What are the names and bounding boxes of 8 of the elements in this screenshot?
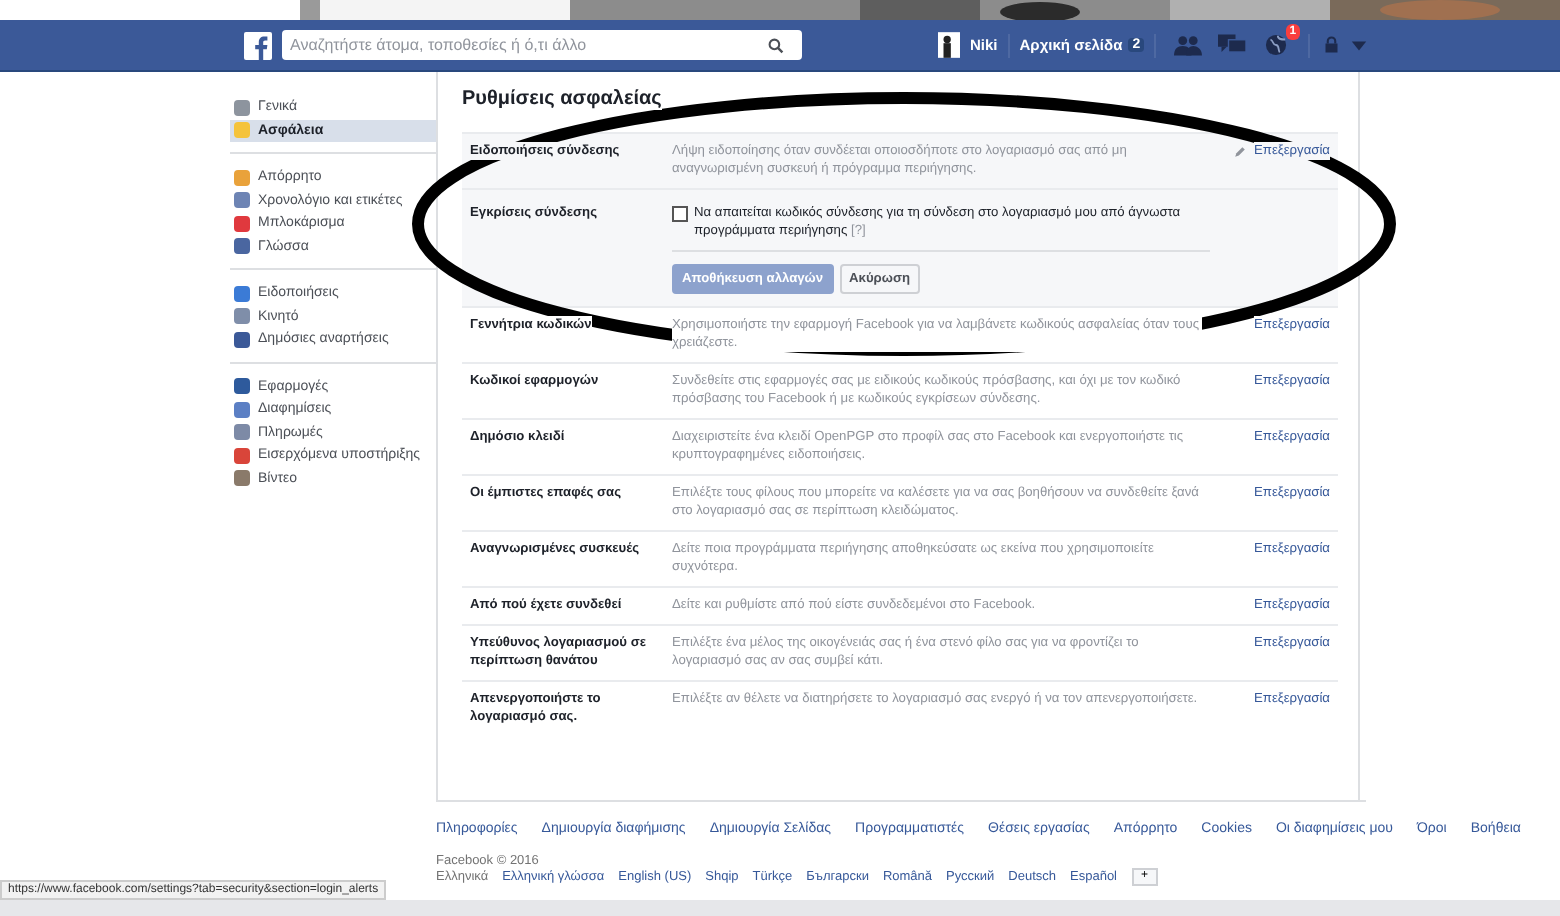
search-field[interactable]: Αναζητήστε άτομα, τοποθεσίες ή ό,τι άλλο: [282, 30, 802, 60]
search-icon[interactable]: [768, 37, 784, 53]
logo-icon[interactable]: [244, 31, 272, 59]
avatar-icon[interactable]: [938, 32, 960, 58]
pencil-icon: [1234, 145, 1246, 157]
globe-icon[interactable]: [1262, 34, 1291, 56]
checkbox[interactable]: [672, 206, 688, 222]
page-title: Ρυθμίσεις ασφαλείας: [462, 88, 662, 110]
